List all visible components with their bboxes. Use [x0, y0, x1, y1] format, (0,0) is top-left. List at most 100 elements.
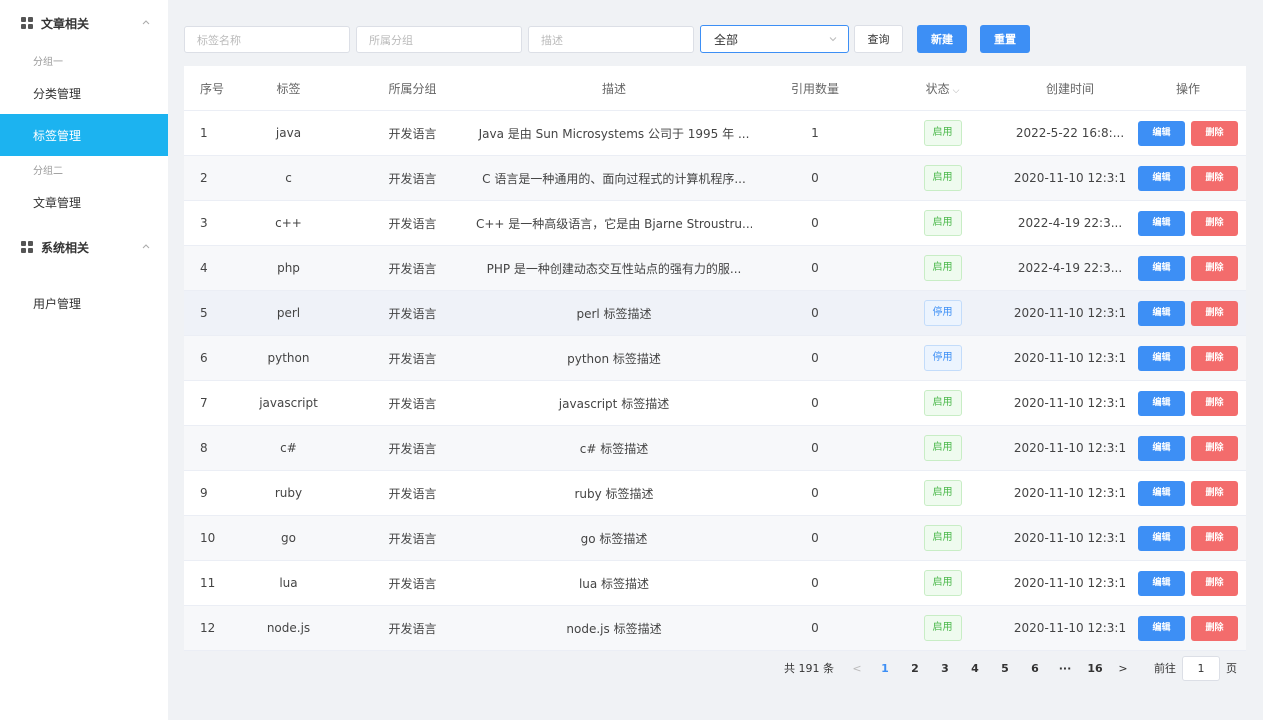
new-button[interactable]: 新建 [917, 25, 967, 53]
delete-button[interactable]: 删除 [1191, 210, 1238, 236]
row-status-cell: 启用 [878, 120, 1007, 146]
goto-label: 前往 [1154, 662, 1176, 675]
row-group: 开发语言 [388, 126, 437, 141]
page-number[interactable]: 3 [930, 662, 960, 675]
edit-button[interactable]: 编辑 [1138, 480, 1185, 506]
row-tag: c# [280, 441, 297, 455]
row-group: 开发语言 [388, 441, 437, 456]
row-description: go 标签描述 [580, 531, 648, 546]
menu-group-system[interactable]: 系统相关 [0, 237, 168, 257]
sidebar-item-tags[interactable]: 标签管理 [0, 114, 168, 156]
delete-button[interactable]: 删除 [1191, 255, 1238, 281]
row-created-time: 2020-11-10 12:3:1 [1013, 576, 1127, 590]
row-created-time: 2022-4-19 22:3... [1017, 216, 1123, 230]
row-tag: c [285, 171, 292, 185]
row-description: C++ 是一种高级语言，它是由 Bjarne Stroustru... [476, 216, 752, 231]
grid-icon [21, 241, 33, 253]
row-index: 1 [200, 126, 208, 140]
row-count: 0 [811, 621, 819, 635]
row-tag: c++ [275, 216, 302, 230]
chevron-up-icon [142, 20, 150, 25]
header-status[interactable]: 状态 ⌵ [878, 80, 1007, 97]
edit-button[interactable]: 编辑 [1138, 345, 1185, 371]
row-created-time: 2020-11-10 12:3:1 [1013, 486, 1127, 500]
menu-group-articles[interactable]: 文章相关 [0, 13, 168, 33]
next-page-icon[interactable]: > [1110, 662, 1136, 675]
row-created-time: 2020-11-10 12:3:1 [1013, 351, 1127, 365]
edit-button[interactable]: 编辑 [1138, 300, 1185, 326]
delete-button[interactable]: 删除 [1191, 390, 1238, 416]
edit-button[interactable]: 编辑 [1138, 615, 1185, 641]
row-actions: 编辑 删除 [1133, 525, 1246, 551]
status-badge: 停用 [923, 345, 962, 371]
edit-button[interactable]: 编辑 [1138, 210, 1185, 236]
row-created-time: 2020-11-10 12:3:1 [1013, 171, 1127, 185]
row-count: 0 [811, 306, 819, 320]
delete-button[interactable]: 删除 [1191, 435, 1238, 461]
row-created-time: 2022-4-19 22:3... [1017, 261, 1123, 275]
edit-button[interactable]: 编辑 [1138, 390, 1185, 416]
delete-button[interactable]: 删除 [1191, 165, 1238, 191]
sidebar-item-users[interactable]: 用户管理 [0, 282, 168, 324]
row-description: javascript 标签描述 [558, 396, 670, 411]
table-row: 1 java 开发语言 Java 是由 Sun Microsystems 公司于 19… [184, 111, 1246, 156]
row-status-cell: 启用 [878, 255, 1007, 281]
delete-button[interactable]: 删除 [1191, 480, 1238, 506]
row-count: 0 [811, 576, 819, 590]
edit-button[interactable]: 编辑 [1138, 525, 1185, 551]
row-count: 0 [811, 396, 819, 410]
row-actions: 编辑 删除 [1133, 435, 1246, 461]
sidebar-item-category[interactable]: 分类管理 [0, 72, 168, 114]
table-row: 4 php 开发语言 PHP 是一种创建动态交互性站点的强有力的服... 0 启用 2022… [184, 246, 1246, 291]
delete-button[interactable]: 删除 [1191, 570, 1238, 596]
row-description: ruby 标签描述 [574, 486, 654, 501]
edit-button[interactable]: 编辑 [1138, 255, 1185, 281]
row-tag: python [267, 351, 310, 365]
prev-page-icon[interactable]: < [844, 662, 870, 675]
row-tag: lua [279, 576, 298, 590]
tags-table: 序号 标签 所属分组 描述 引用数量 状态 ⌵ 创建时间 操作 1 java 开发语言… [184, 66, 1246, 651]
page-number[interactable]: 16 [1080, 662, 1110, 675]
edit-button[interactable]: 编辑 [1138, 165, 1185, 191]
edit-button[interactable]: 编辑 [1138, 435, 1185, 461]
page-number[interactable]: 6 [1020, 662, 1050, 675]
sidebar-item-articles[interactable]: 文章管理 [0, 181, 168, 223]
description-input[interactable]: 描述 [528, 26, 694, 53]
delete-button[interactable]: 删除 [1191, 525, 1238, 551]
page-number[interactable]: 4 [960, 662, 990, 675]
pagination-ellipsis[interactable]: ··· [1050, 662, 1080, 675]
delete-button[interactable]: 删除 [1191, 300, 1238, 326]
row-description: perl 标签描述 [576, 306, 652, 321]
query-button[interactable]: 查询 [854, 25, 903, 53]
menu-group-label: 系统相关 [41, 240, 90, 255]
row-description: lua 标签描述 [578, 576, 650, 591]
reset-button[interactable]: 重置 [980, 25, 1030, 53]
row-count: 0 [811, 531, 819, 545]
delete-button[interactable]: 删除 [1191, 615, 1238, 641]
page-number[interactable]: 2 [900, 662, 930, 675]
delete-button[interactable]: 删除 [1191, 345, 1238, 371]
page-number[interactable]: 1 [870, 662, 900, 675]
row-index: 12 [200, 621, 216, 635]
status-select[interactable]: 全部 [700, 25, 849, 53]
row-tag: ruby [274, 486, 303, 500]
delete-button[interactable]: 删除 [1191, 120, 1238, 146]
row-description: python 标签描述 [567, 351, 661, 366]
table-row: 3 c++ 开发语言 C++ 是一种高级语言，它是由 Bjarne Stroustru… [184, 201, 1246, 246]
row-group: 开发语言 [388, 171, 437, 186]
row-created-time: 2020-11-10 12:3:1 [1013, 531, 1127, 545]
header-actions: 操作 [1175, 81, 1200, 96]
page-number[interactable]: 5 [990, 662, 1020, 675]
goto-page-input[interactable]: 1 [1182, 655, 1220, 681]
row-index: 4 [200, 261, 208, 275]
tag-name-input[interactable]: 标签名称 [184, 26, 350, 53]
edit-button[interactable]: 编辑 [1138, 120, 1185, 146]
header-tag: 标签 [276, 81, 301, 96]
row-created-time: 2020-11-10 12:3:1 [1013, 441, 1127, 455]
header-description: 描述 [601, 81, 626, 96]
row-count: 0 [811, 171, 819, 185]
edit-button[interactable]: 编辑 [1138, 570, 1185, 596]
status-badge: 启用 [923, 570, 962, 596]
row-tag: go [281, 531, 296, 545]
group-input[interactable]: 所属分组 [356, 26, 522, 53]
